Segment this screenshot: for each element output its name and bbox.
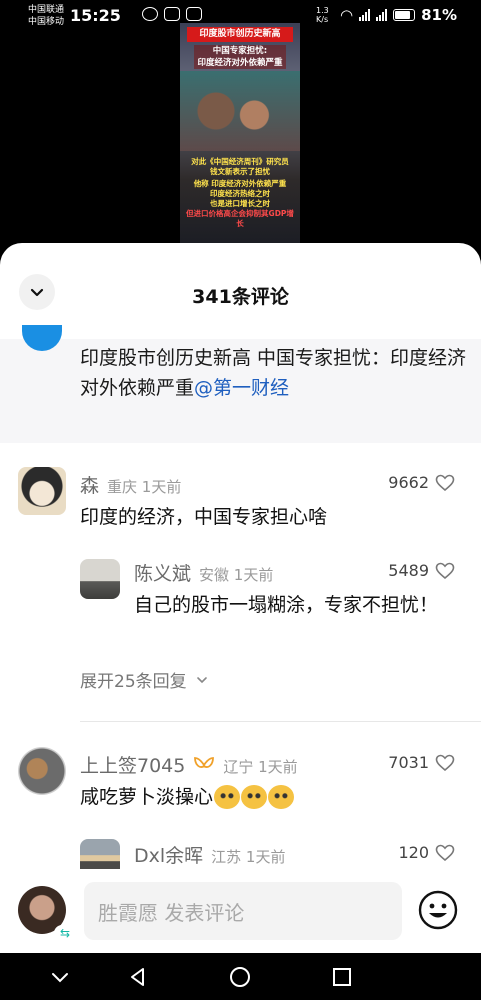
comment-sheet: 341条评论 印度股市创历史新高 中国专家担忧：印度经济对外依赖严重@第一财经 … (0, 243, 481, 953)
divider (80, 721, 481, 722)
comment-meta: 上上签7045 辽宁 1天前 (80, 751, 298, 778)
wifi-icon: ◠ (340, 6, 354, 24)
video-subtitle-2: 印度经济对外依赖严重 (197, 58, 283, 68)
signal-icon-1 (359, 9, 371, 21)
cat-emoji-icon (268, 785, 295, 809)
expand-replies-label: 展开25条回复 (80, 672, 187, 692)
description-text: 印度股市创历史新高 中国专家担忧：印度经济对外依赖严重@第一财经 (80, 343, 470, 403)
heart-outline-icon (435, 562, 455, 579)
net-speed: 1.3 K/s (316, 6, 329, 24)
video-subtitle: 中国专家担忧: 印度经济对外依赖严重 (194, 45, 286, 69)
reply-like-button[interactable]: 120 (398, 843, 455, 862)
badge-icon (194, 757, 215, 768)
comment-item: 上上签7045 辽宁 1天前 7031 咸吃萝卜淡操心 Dxl余晖 江苏 1天前… (0, 745, 481, 879)
battery-percent: 81% (421, 6, 457, 24)
cat-emoji-icon (214, 785, 241, 809)
like-count: 9662 (388, 473, 429, 492)
comment-input[interactable]: 胜霞愿 发表评论 (84, 882, 402, 940)
video-player[interactable]: 印度股市创历史新高 中国专家担忧: 印度经济对外依赖严重 对此《中国经济周刊》研… (180, 23, 300, 247)
comment-text: 印度的经济，中国专家担心啥 (80, 506, 328, 528)
avatar[interactable] (18, 467, 66, 515)
chevron-down-icon (196, 676, 207, 683)
nav-back-icon[interactable] (124, 963, 152, 991)
comment-meta: 森 重庆 1天前 (80, 471, 181, 498)
comment-count-title: 341条评论 (192, 286, 289, 308)
nav-down-icon[interactable] (46, 963, 74, 991)
reply-avatar[interactable] (80, 559, 120, 599)
video-caption-6: 但进口价格高企会抑制其GDP增长 (186, 209, 294, 228)
comment-location-time: 重庆 1天前 (107, 478, 182, 496)
reply-like-count: 5489 (388, 561, 429, 580)
switch-account-icon[interactable]: ⇆ (54, 925, 76, 941)
reply-location-time: 安徽 1天前 (199, 566, 274, 584)
comment-author[interactable]: 上上签7045 (80, 751, 185, 778)
nfc-icon (164, 7, 180, 21)
carrier-labels: 中国联通 中国移动 (28, 4, 64, 28)
video-subtitle-1: 中国专家担忧: (212, 46, 268, 56)
carrier-1: 中国联通 (28, 5, 65, 15)
sheet-header: 341条评论 (0, 243, 481, 339)
reply-meta: 陈义斌 安徽 1天前 (134, 559, 273, 586)
comment-input-bar: ⇆ 胜霞愿 发表评论 (0, 869, 481, 953)
cat-emoji-icon (241, 785, 268, 809)
comment-text-row: 咸吃萝卜淡操心 (80, 781, 460, 813)
reply-like-button[interactable]: 5489 (388, 561, 455, 580)
video-description: 印度股市创历史新高 中国专家担忧：印度经济对外依赖严重@第一财经 (0, 325, 481, 443)
comment-text: 咸吃萝卜淡操心 (80, 786, 214, 808)
author-avatar[interactable] (22, 325, 62, 351)
video-caption-2: 钱文新表示了担忧 (210, 167, 270, 176)
clock: 15:25 (70, 6, 121, 25)
like-button[interactable]: 9662 (388, 473, 455, 492)
expand-replies-button[interactable]: 展开25条回复 (80, 667, 209, 692)
video-caption-3: 他称 印度经济对外依赖严重 (193, 179, 287, 188)
system-indicators: 1.3 K/s ◠ 81% (316, 6, 457, 24)
app-notification-icon (186, 7, 202, 21)
like-button[interactable]: 7031 (388, 753, 455, 772)
video-caption-1: 对此《中国经济周刊》研究员 (191, 157, 289, 166)
eye-icon (142, 7, 158, 21)
comment-location-time: 辽宁 1天前 (223, 758, 298, 776)
nav-recents-icon[interactable] (328, 963, 356, 991)
video-caption-4: 印度经济热络之时 (210, 189, 270, 198)
video-frame (180, 71, 300, 151)
reply-like-count: 120 (398, 843, 429, 862)
heart-outline-icon (435, 754, 455, 771)
reply-text: 自己的股市一塌糊涂，专家不担忧！ (134, 594, 439, 616)
like-count: 7031 (388, 753, 429, 772)
notification-icons (142, 7, 202, 21)
reply-location-time: 江苏 1天前 (211, 848, 286, 866)
video-caption-5: 也是进口增长之时 (210, 199, 270, 208)
comment-item: 森 重庆 1天前 9662 印度的经济，中国专家担心啥 陈义斌 安徽 1天前 5… (0, 465, 481, 710)
carrier-2: 中国移动 (28, 17, 65, 27)
battery-icon (393, 9, 416, 21)
reply-author[interactable]: Dxl余晖 (134, 841, 203, 868)
comment-author[interactable]: 森 (80, 471, 99, 498)
reply-author[interactable]: 陈义斌 (134, 559, 191, 586)
nav-home-icon[interactable] (226, 963, 254, 991)
video-banner: 印度股市创历史新高 (187, 27, 293, 42)
smiley-icon[interactable] (417, 889, 459, 931)
heart-outline-icon (435, 474, 455, 491)
system-nav-bar (0, 953, 481, 1000)
reply-meta: Dxl余晖 江苏 1天前 (134, 841, 285, 868)
heart-outline-icon (435, 844, 455, 861)
signal-icon-2 (376, 9, 388, 21)
comment-input-placeholder: 胜霞愿 发表评论 (98, 900, 245, 925)
mention-link[interactable]: @第一财经 (194, 377, 289, 399)
avatar[interactable] (18, 747, 66, 795)
